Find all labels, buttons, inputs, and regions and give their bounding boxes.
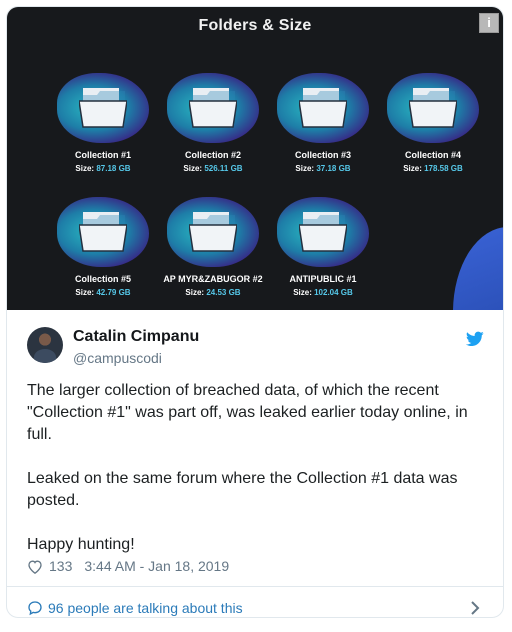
folder-name: Collection #2	[184, 150, 241, 160]
folder-size: 526.11 GB	[204, 164, 243, 173]
folder-item: Collection #4 Size: 178.58 GB	[381, 73, 485, 173]
folder-icon	[299, 212, 347, 252]
like-count[interactable]: 133	[49, 558, 72, 574]
folder-item: AP MYR&ZABUGOR #2 Size: 24.53 GB	[161, 197, 265, 297]
folder-item: Collection #1 Size: 87.18 GB	[51, 73, 155, 173]
divider	[7, 586, 503, 587]
size-label: Size:	[293, 288, 312, 297]
folder-icon	[409, 88, 457, 128]
folder-name: Collection #3	[294, 150, 351, 160]
tweet-paragraph: Happy hunting!	[27, 536, 135, 553]
info-icon[interactable]: i	[479, 13, 499, 33]
folder-name: ANTIPUBLIC #1	[289, 274, 357, 284]
speech-bubble-icon	[28, 601, 42, 616]
tweet-paragraph: Leaked on the same forum where the Colle…	[27, 470, 458, 509]
author-name[interactable]: Catalin Cimpanu	[73, 328, 199, 346]
size-label: Size:	[295, 164, 315, 173]
folder-size: 24.53 GB	[206, 288, 241, 297]
tweet-paragraph: The larger collection of breached data, …	[27, 382, 468, 443]
folder-item: Collection #3 Size: 37.18 GB	[271, 73, 375, 173]
avatar[interactable]	[27, 327, 63, 363]
tweet-image[interactable]: Folders & Size i Collection #1 Size: 87.…	[7, 7, 503, 310]
folder-icon	[299, 88, 347, 128]
tweet-card: Folders & Size i Collection #1 Size: 87.…	[6, 6, 504, 618]
folder-item: ANTIPUBLIC #1 Size: 102.04 GB	[271, 197, 375, 297]
folder-size: 42.79 GB	[96, 288, 131, 297]
folder-icon	[79, 212, 127, 252]
image-title: Folders & Size	[198, 17, 312, 34]
tweet-timestamp[interactable]: 3:44 AM - Jan 18, 2019	[84, 558, 229, 574]
size-label: Size:	[75, 288, 95, 297]
folder-size: 178.58 GB	[424, 164, 463, 173]
folder-icon	[79, 88, 127, 128]
size-label: Size:	[183, 164, 203, 173]
author-handle[interactable]: @campuscodi	[73, 350, 162, 366]
folder-name: Collection #4	[404, 150, 461, 160]
chevron-right-icon[interactable]	[469, 600, 481, 616]
tweet-text: The larger collection of breached data, …	[27, 380, 487, 578]
folder-size: 102.04 GB	[314, 288, 353, 297]
tweet-meta: 133 3:44 AM - Jan 18, 2019	[27, 558, 229, 574]
decorative-blob	[453, 227, 503, 310]
heart-icon[interactable]	[27, 559, 43, 574]
folder-name: AP MYR&ZABUGOR #2	[163, 274, 263, 284]
folder-item: Collection #5 Size: 42.79 GB	[51, 197, 155, 297]
twitter-bird-icon[interactable]	[466, 331, 484, 347]
size-label: Size:	[185, 288, 205, 297]
folder-icon	[189, 212, 237, 252]
folder-name: Collection #1	[74, 150, 131, 160]
folder-size: 87.18 GB	[96, 164, 131, 173]
folder-icon	[189, 88, 237, 128]
talking-link[interactable]: 96 people are talking about this	[27, 600, 243, 616]
folder-name: Collection #5	[74, 274, 131, 284]
size-label: Size:	[75, 164, 95, 173]
folder-size: 37.18 GB	[316, 164, 351, 173]
size-label: Size:	[403, 164, 422, 173]
folder-item: Collection #2 Size: 526.11 GB	[161, 73, 265, 173]
talking-text: 96 people are talking about this	[48, 600, 243, 616]
